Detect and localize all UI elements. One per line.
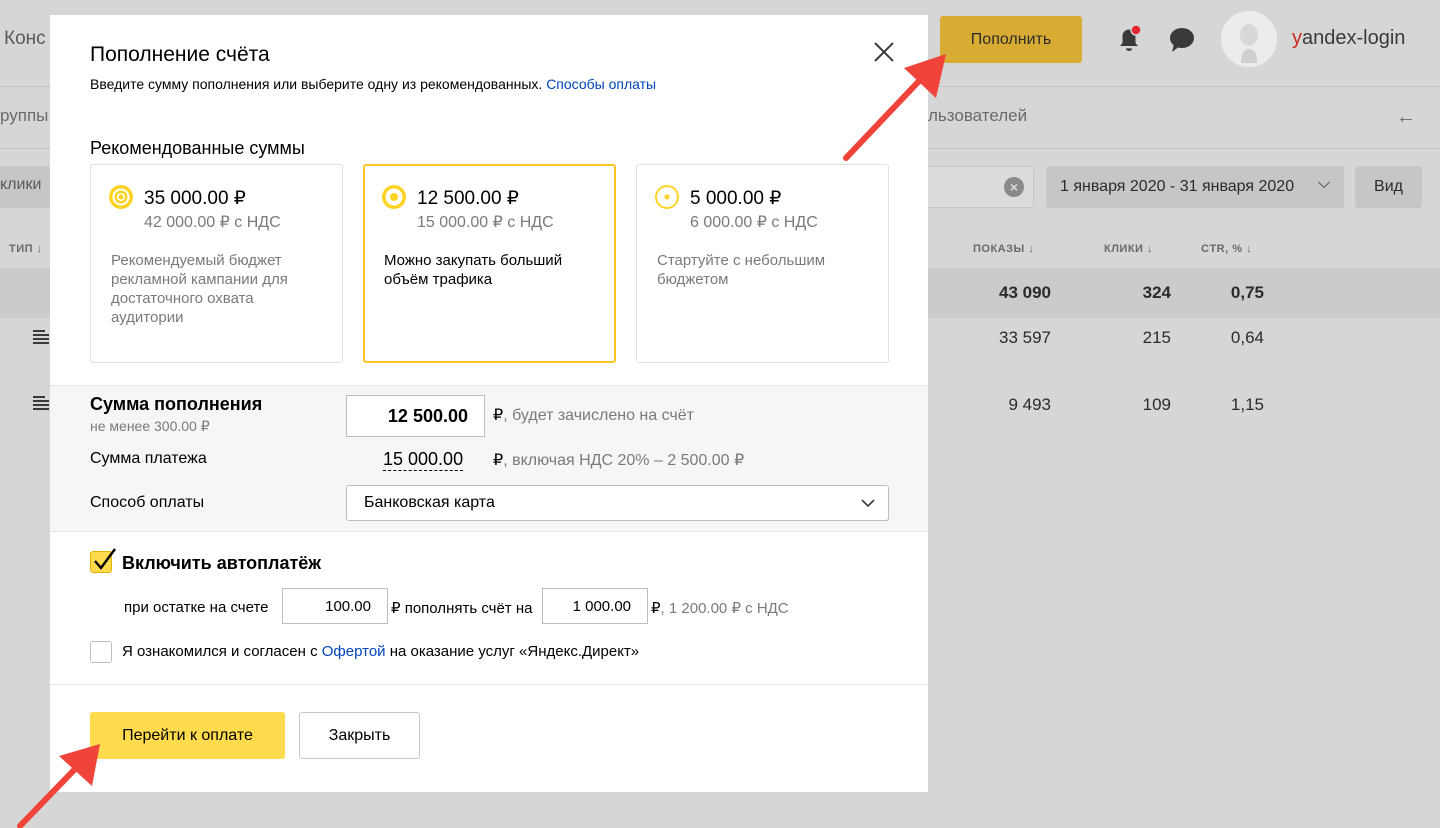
autopay-topup-input[interactable]	[542, 588, 648, 624]
total-clicks: 324	[1142, 283, 1171, 302]
card-description: Можно закупать больший объём трафика	[384, 252, 563, 288]
card-vat: 6 000.00 ₽ с НДС	[690, 214, 818, 231]
row-ctr: 0,64	[1230, 328, 1264, 347]
footer-divider	[50, 684, 928, 685]
coin-icon	[382, 185, 406, 209]
topup-modal: Пополнение счёта Введите сумму пополнени…	[50, 15, 928, 792]
page-title: Конс	[4, 28, 46, 49]
sum-label: Сумма пополнения	[90, 394, 263, 414]
agree-label: Я ознакомился и согласен с Офертой на ок…	[122, 643, 639, 660]
close-icon[interactable]	[872, 40, 896, 64]
modal-title: Пополнение счёта	[90, 43, 270, 66]
chevron-down-icon	[861, 499, 875, 508]
card-amount: 12 500.00 ₽	[417, 188, 519, 209]
recommended-title: Рекомендованные суммы	[90, 138, 305, 158]
login-first-letter: y	[1292, 27, 1302, 49]
autopay-checkbox[interactable]	[90, 548, 116, 573]
sum-credit-note: ₽, будет зачислено на счёт	[493, 405, 694, 425]
autopay-vat-text: , 1 200.00 ₽ с НДС	[660, 600, 789, 617]
sort-arrow-icon: ↓	[1246, 243, 1253, 255]
coin-icon	[655, 185, 679, 209]
payment-currency: ₽	[493, 452, 504, 469]
card-vat: 42 000.00 ₽ с НДС	[144, 214, 281, 231]
clear-icon[interactable]: ×	[1004, 177, 1024, 197]
tab-groups[interactable]: руппы	[0, 106, 48, 126]
col-clicks-label: КЛИКИ	[1104, 243, 1144, 255]
user-login[interactable]: yandex-login	[1292, 27, 1405, 50]
row-clicks: 215	[1142, 328, 1171, 347]
col-header-type[interactable]: ТИП ↓	[9, 243, 43, 255]
close-button[interactable]: Закрыть	[299, 712, 420, 759]
tab-users[interactable]: льзователей	[928, 106, 1027, 126]
offer-link[interactable]: Офертой	[322, 643, 386, 660]
col-impressions-label: ПОКАЗЫ	[973, 243, 1025, 255]
go-to-payment-button[interactable]: Перейти к оплате	[90, 712, 285, 759]
chevron-down-icon: ⌵	[1317, 175, 1330, 192]
recommended-card-large[interactable]: 35 000.00 ₽ 42 000.00 ₽ с НДС Рекомендуе…	[90, 164, 343, 363]
autopay-vat-note: ₽, 1 200.00 ₽ с НДС	[651, 599, 789, 617]
autopay-label[interactable]: Включить автоплатёж	[122, 553, 321, 574]
card-description: Стартуйте с небольшим бюджетом	[657, 252, 826, 288]
method-label: Способ оплаты	[90, 494, 205, 511]
row-impressions: 33 597	[999, 328, 1051, 347]
date-range-label: 1 января 2020 - 31 января 2020	[1060, 178, 1295, 195]
view-button[interactable]: Вид	[1355, 166, 1422, 208]
row-clicks: 109	[1142, 395, 1171, 414]
topup-button[interactable]: Пополнить	[940, 16, 1082, 63]
recommended-card-medium[interactable]: 12 500.00 ₽ 15 000.00 ₽ с НДС Можно заку…	[363, 164, 616, 363]
sort-arrow-icon: ↓	[1028, 243, 1035, 255]
card-amount: 35 000.00 ₽	[144, 188, 246, 209]
payment-methods-link[interactable]: Способы оплаты	[546, 76, 656, 92]
check-icon	[94, 548, 116, 570]
autopay-balance-label: при остатке на счете	[124, 599, 269, 616]
avatar[interactable]	[1221, 11, 1277, 67]
recommended-card-small[interactable]: 5 000.00 ₽ 6 000.00 ₽ с НДС Стартуйте с …	[636, 164, 889, 363]
payment-method-value: Банковская карта	[364, 494, 495, 511]
agree-prefix: Я ознакомился и согласен с	[122, 643, 318, 660]
back-arrow-icon[interactable]: ←	[1396, 106, 1416, 129]
bell-icon[interactable]	[1116, 24, 1142, 54]
sort-arrow-icon: ↓	[36, 243, 43, 255]
card-vat: 15 000.00 ₽ с НДС	[417, 214, 554, 231]
autopay-currency: ₽	[651, 600, 661, 617]
payment-method-select[interactable]: Банковская карта	[346, 485, 889, 521]
row-impressions: 9 493	[1008, 395, 1051, 414]
payment-amount[interactable]: 15 000.00	[383, 448, 464, 471]
col-header-clicks[interactable]: КЛИКИ ↓	[1104, 243, 1153, 255]
sum-currency: ₽	[493, 407, 504, 424]
col-ctr-label: CTR, %	[1201, 243, 1243, 255]
coin-icon	[109, 185, 133, 209]
chat-icon[interactable]	[1168, 26, 1196, 54]
payment-label: Сумма платежа	[90, 450, 207, 467]
list-icon[interactable]	[33, 396, 49, 410]
agree-suffix: на оказание услуг «Яндекс.Директ»	[389, 643, 640, 660]
col-header-impressions[interactable]: ПОКАЗЫ ↓	[973, 243, 1034, 255]
sum-note-text: , будет зачислено на счёт	[503, 407, 694, 424]
card-description: Рекомендуемый бюджет рекламной кампании …	[111, 252, 288, 326]
date-range-picker[interactable]: 1 января 2020 - 31 января 2020 ⌵	[1046, 166, 1344, 208]
filter-label: клики	[0, 176, 42, 193]
total-ctr: 0,75	[1230, 283, 1264, 302]
autopay-balance-input[interactable]	[282, 588, 388, 624]
payment-vat-note: ₽, включая НДС 20% – 2 500.00 ₽	[493, 450, 744, 470]
col-type-label: ТИП	[9, 243, 34, 255]
login-rest: andex-login	[1302, 27, 1406, 49]
row-ctr: 1,15	[1230, 395, 1264, 414]
col-header-ctr[interactable]: CTR, % ↓	[1201, 243, 1252, 255]
modal-subtitle-text: Введите сумму пополнения или выберите од…	[90, 76, 543, 92]
modal-subtitle: Введите сумму пополнения или выберите од…	[90, 76, 656, 92]
total-impressions: 43 090	[999, 283, 1051, 302]
sum-input[interactable]	[346, 395, 485, 437]
card-amount: 5 000.00 ₽	[690, 188, 782, 209]
sort-arrow-icon: ↓	[1147, 243, 1154, 255]
payment-note-text: , включая НДС 20% – 2 500.00 ₽	[503, 452, 745, 469]
agree-checkbox[interactable]	[90, 641, 112, 663]
list-icon[interactable]	[33, 330, 49, 344]
sum-min-note: не менее 300.00 ₽	[90, 418, 210, 434]
autopay-topup-label: ₽ пополнять счёт на	[391, 600, 533, 617]
